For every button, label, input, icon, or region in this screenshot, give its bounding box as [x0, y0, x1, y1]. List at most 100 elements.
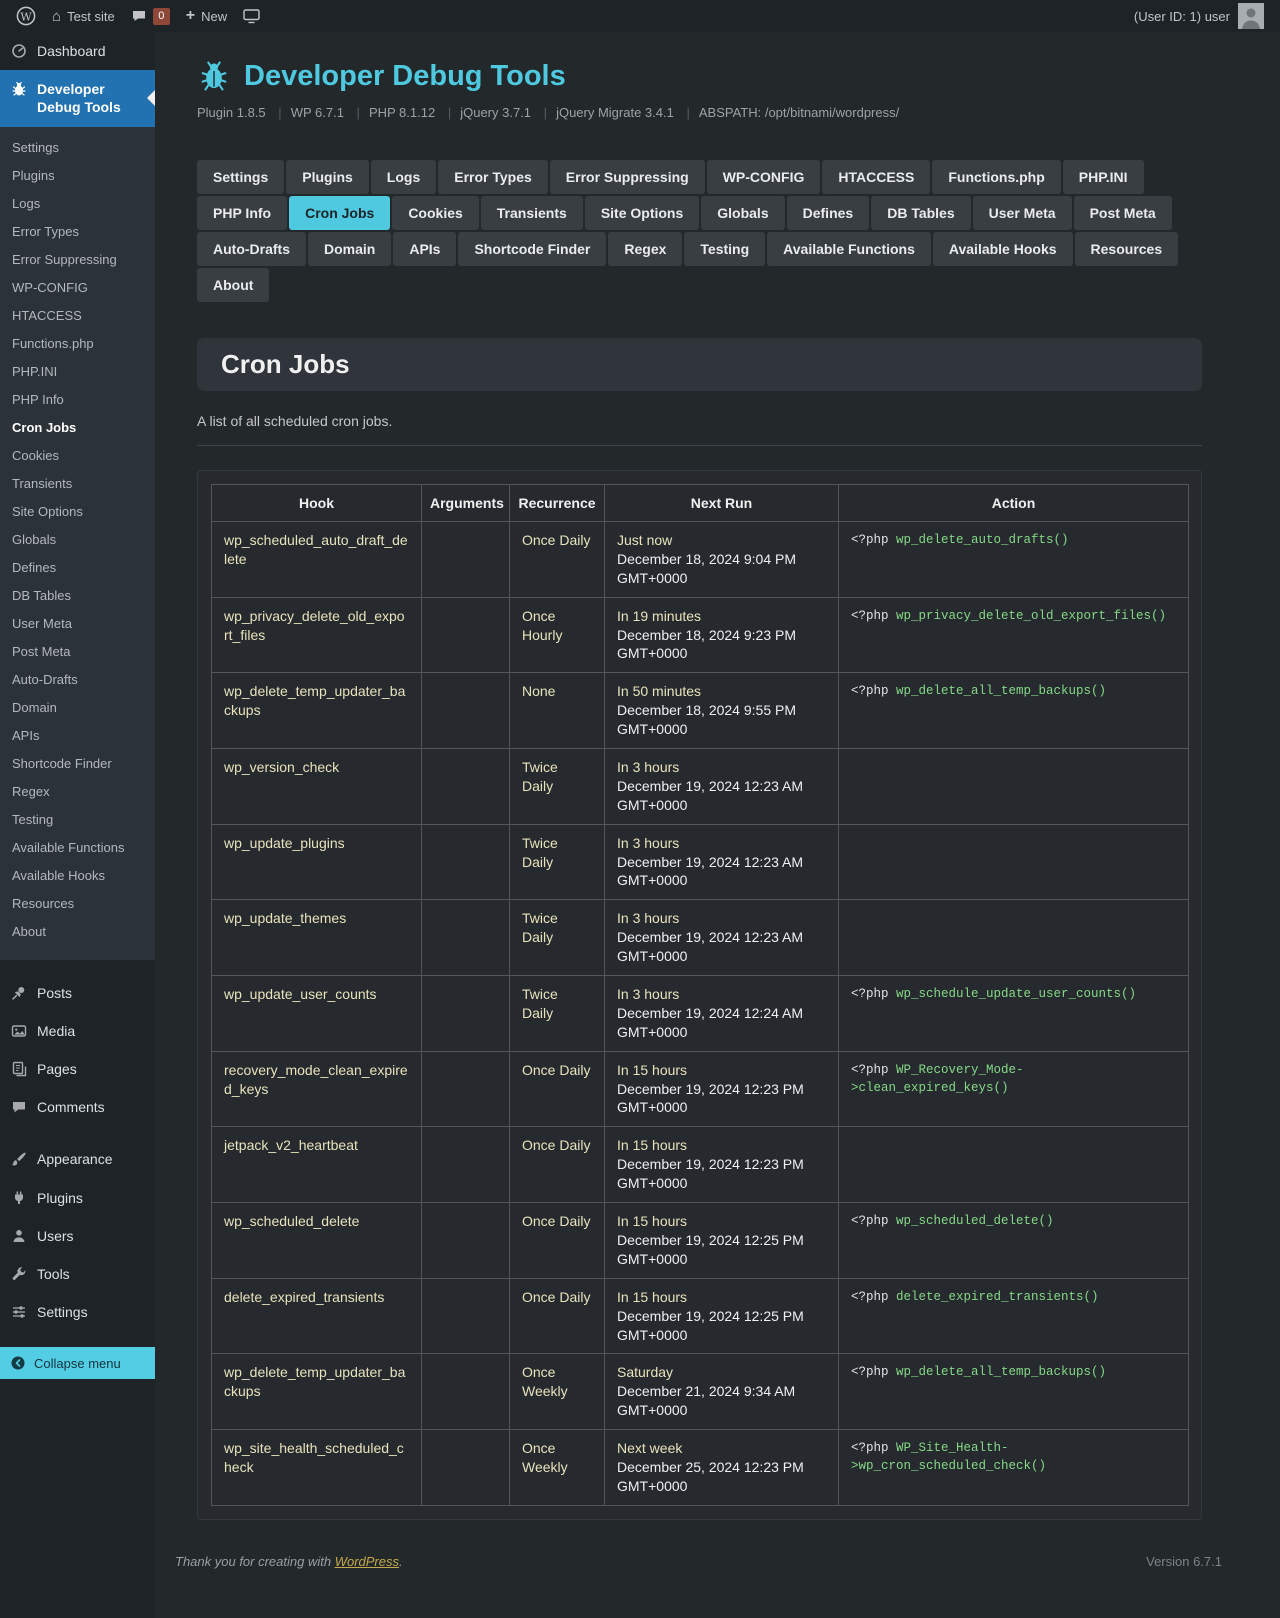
tab[interactable]: Regex	[608, 232, 682, 266]
next-run-relative: In 15 hours	[617, 1288, 826, 1307]
wp-logo-menu[interactable]: W	[8, 0, 44, 32]
ddt-submenu-item[interactable]: Available Functions	[0, 834, 155, 862]
tab[interactable]: PHP Info	[197, 196, 287, 230]
tab[interactable]: About	[197, 268, 269, 302]
ddt-submenu-item[interactable]: Transients	[0, 470, 155, 498]
sidebar-item-developer-debug-tools[interactable]: Developer Debug Tools	[0, 70, 155, 126]
ddt-submenu-item[interactable]: PHP Info	[0, 386, 155, 414]
svg-text:W: W	[20, 10, 32, 23]
tab[interactable]: Globals	[701, 196, 784, 230]
ddt-submenu-item[interactable]: Functions.php	[0, 330, 155, 358]
ddt-submenu-item[interactable]: WP-CONFIG	[0, 274, 155, 302]
tab[interactable]: Transients	[481, 196, 583, 230]
ddt-submenu-item[interactable]: Available Hooks	[0, 862, 155, 890]
tab[interactable]: Testing	[684, 232, 765, 266]
tab[interactable]: Logs	[371, 160, 436, 194]
ddt-submenu-item[interactable]: Site Options	[0, 498, 155, 526]
bug-icon	[10, 81, 28, 97]
sidebar-item-tools[interactable]: Tools	[0, 1255, 155, 1293]
recurrence-cell: None	[510, 673, 605, 749]
sidebar-item-users[interactable]: Users	[0, 1217, 155, 1255]
column-header: Hook	[212, 485, 422, 522]
tab[interactable]: Error Types	[438, 160, 548, 194]
wordpress-link[interactable]: WordPress	[335, 1554, 399, 1569]
ddt-submenu-item[interactable]: Auto-Drafts	[0, 666, 155, 694]
action-cell	[839, 749, 1189, 825]
version-label: Version 6.7.1	[1146, 1554, 1222, 1569]
sidebar-item-dashboard[interactable]: Dashboard	[0, 32, 155, 70]
arguments-cell	[422, 597, 510, 673]
tab[interactable]: WP-CONFIG	[707, 160, 821, 194]
monitor-icon	[243, 9, 260, 24]
ddt-submenu-item[interactable]: User Meta	[0, 610, 155, 638]
php-open-tag: <?php	[851, 684, 896, 698]
screen-plugin-button[interactable]	[235, 0, 268, 32]
ddt-submenu-item[interactable]: Logs	[0, 190, 155, 218]
sidebar-item-appearance[interactable]: Appearance	[0, 1140, 155, 1178]
ddt-submenu-item[interactable]: Defines	[0, 554, 155, 582]
site-name-link[interactable]: ⌂ Test site	[44, 0, 123, 32]
sidebar-item-settings[interactable]: Settings	[0, 1293, 155, 1331]
ddt-submenu-item[interactable]: Error Suppressing	[0, 246, 155, 274]
tab[interactable]: User Meta	[973, 196, 1072, 230]
ddt-submenu-item[interactable]: Testing	[0, 806, 155, 834]
ddt-submenu-item[interactable]: About	[0, 918, 155, 946]
collapse-menu-button[interactable]: Collapse menu	[0, 1347, 155, 1379]
admin-bar-comments[interactable]: 0	[123, 0, 178, 32]
tab[interactable]: APIs	[393, 232, 456, 266]
new-content-button[interactable]: + New	[178, 0, 235, 32]
admin-bar-user-menu[interactable]: (User ID: 1) user	[1126, 0, 1272, 32]
ddt-submenu-item[interactable]: PHP.INI	[0, 358, 155, 386]
ddt-submenu-item[interactable]: DB Tables	[0, 582, 155, 610]
tab[interactable]: Defines	[787, 196, 870, 230]
ddt-submenu-item[interactable]: Cookies	[0, 442, 155, 470]
tab[interactable]: Resources	[1075, 232, 1179, 266]
sidebar-item-plugins[interactable]: Plugins	[0, 1179, 155, 1217]
sidebar-item-posts[interactable]: Posts	[0, 974, 155, 1012]
tab[interactable]: Functions.php	[932, 160, 1060, 194]
next-run-cell: Saturday December 21, 2024 9:34 AM GMT+0…	[605, 1354, 839, 1430]
tab[interactable]: HTACCESS	[822, 160, 930, 194]
tab[interactable]: Available Functions	[767, 232, 931, 266]
next-run-date: December 19, 2024 12:25 PM GMT+0000	[617, 1231, 826, 1269]
ddt-submenu-item[interactable]: Shortcode Finder	[0, 750, 155, 778]
ddt-submenu-item[interactable]: Plugins	[0, 162, 155, 190]
recurrence-cell: Once Weekly	[510, 1354, 605, 1430]
tab[interactable]: Shortcode Finder	[458, 232, 606, 266]
footer-thanks: Thank you for creating with WordPress.	[175, 1554, 403, 1569]
next-run-cell: In 3 hours December 19, 2024 12:23 AM GM…	[605, 824, 839, 900]
tab[interactable]: Settings	[197, 160, 284, 194]
tab[interactable]: Error Suppressing	[550, 160, 705, 194]
ddt-submenu-item[interactable]: Error Types	[0, 218, 155, 246]
ddt-submenu-item[interactable]: APIs	[0, 722, 155, 750]
tab[interactable]: Domain	[308, 232, 391, 266]
tab[interactable]: Post Meta	[1074, 196, 1172, 230]
sidebar-item-media[interactable]: Media	[0, 1012, 155, 1050]
action-cell: <?php wp_privacy_delete_old_export_files…	[839, 597, 1189, 673]
ddt-submenu-item[interactable]: Domain	[0, 694, 155, 722]
ddt-submenu-item[interactable]: HTACCESS	[0, 302, 155, 330]
ddt-submenu-item[interactable]: Regex	[0, 778, 155, 806]
tab[interactable]: PHP.INI	[1063, 160, 1144, 194]
ddt-submenu-item[interactable]: Settings	[0, 134, 155, 162]
ddt-submenu: Settings Plugins Logs Error Types Error …	[0, 127, 155, 960]
tab[interactable]: DB Tables	[871, 196, 970, 230]
sidebar-item-comments[interactable]: Comments	[0, 1088, 155, 1126]
ddt-submenu-item[interactable]: Cron Jobs	[0, 414, 155, 442]
next-run-date: December 18, 2024 9:04 PM GMT+0000	[617, 550, 826, 588]
column-header: Action	[839, 485, 1189, 522]
ddt-submenu-item[interactable]: Post Meta	[0, 638, 155, 666]
action-cell: <?php wp_schedule_update_user_counts()	[839, 976, 1189, 1052]
tab[interactable]: Cookies	[392, 196, 478, 230]
ddt-submenu-item[interactable]: Globals	[0, 526, 155, 554]
sidebar-item-pages[interactable]: Pages	[0, 1050, 155, 1088]
meta-item: Plugin 1.8.5	[197, 105, 266, 120]
tab[interactable]: Plugins	[286, 160, 369, 194]
tab[interactable]: Available Hooks	[933, 232, 1073, 266]
tab[interactable]: Auto-Drafts	[197, 232, 306, 266]
tab[interactable]: Cron Jobs	[289, 196, 390, 230]
ddt-submenu-item[interactable]: Resources	[0, 890, 155, 918]
php-open-tag: <?php	[851, 609, 896, 623]
next-run-cell: In 19 minutes December 18, 2024 9:23 PM …	[605, 597, 839, 673]
tab[interactable]: Site Options	[585, 196, 699, 230]
